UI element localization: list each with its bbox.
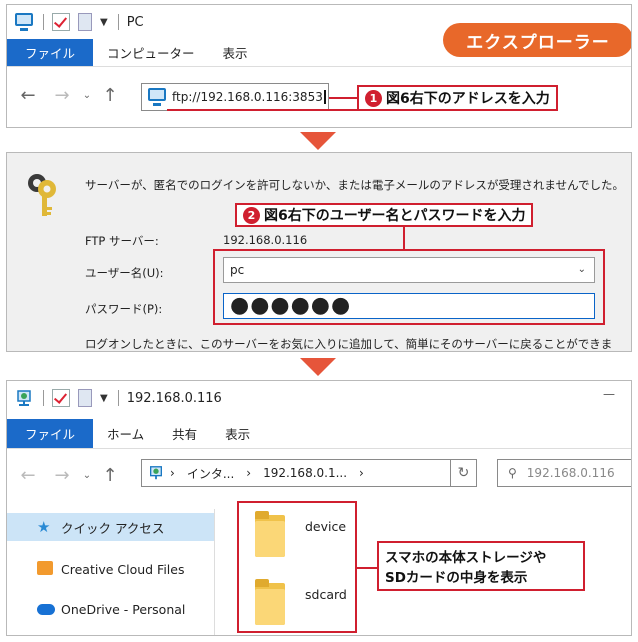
divider xyxy=(117,14,119,30)
search-placeholder: 192.168.0.116 xyxy=(526,466,615,480)
password-value: ●●●●●● xyxy=(230,293,352,318)
address-bar[interactable]: ftp://192.168.0.116:3853 xyxy=(141,83,329,111)
new-folder-icon[interactable] xyxy=(78,13,92,31)
callout-text: 図6右下のユーザー名とパスワードを入力 xyxy=(264,208,526,224)
nav-buttons: ← → ⌄ ↑ xyxy=(17,85,137,106)
divider xyxy=(117,390,119,406)
tab-home[interactable]: ホーム xyxy=(93,419,158,448)
callout-text-line1: スマホの本体ストレージや xyxy=(385,550,547,566)
onedrive-cloud-icon xyxy=(37,601,55,617)
callout-connector xyxy=(329,97,359,99)
tab-computer[interactable]: コンピューター xyxy=(93,39,209,66)
callout-connector xyxy=(357,567,377,569)
recent-dropdown-icon[interactable]: ⌄ xyxy=(79,90,95,101)
down-arrow-2 xyxy=(300,358,336,376)
favorites-note: ログオンしたときに、このサーバーをお気に入りに追加して、簡単にそのサーバーに戻る… xyxy=(85,337,613,351)
explorer-pc-window: ▼ PC ファイル コンピューター 表示 ← → ⌄ ↑ ftp://192.1… xyxy=(6,4,632,128)
step-number: 2 xyxy=(243,206,260,224)
ftp-server-label: FTP サーバー: xyxy=(85,234,159,248)
tab-file[interactable]: ファイル xyxy=(7,39,94,66)
ftp-server-value: 192.168.0.116 xyxy=(223,233,308,247)
password-field[interactable]: ●●●●●● xyxy=(223,293,595,319)
username-combobox[interactable]: pc ⌄ xyxy=(223,257,595,283)
keys-icon xyxy=(28,174,56,216)
breadcrumb-separator-icon: › xyxy=(359,466,364,480)
back-arrow-icon[interactable]: ← xyxy=(17,465,39,486)
new-folder-icon[interactable] xyxy=(78,389,92,407)
tab-share[interactable]: 共有 xyxy=(158,419,211,448)
explorer-ftp-window: ▼ 192.168.0.116 — ファイル ホーム 共有 表示 ← → ⌄ ↑… xyxy=(6,380,632,636)
tab-view[interactable]: 表示 xyxy=(211,419,264,448)
ftp-login-dialog: サーバーが、匿名でのログインを許可しないか、または電子メールのアドレスが受理され… xyxy=(6,152,632,352)
explorer-badge: エクスプローラー xyxy=(443,23,631,57)
tab-file[interactable]: ファイル xyxy=(7,419,94,448)
address-input[interactable]: ftp://192.168.0.116:3853 xyxy=(172,90,323,104)
title-bar: ▼ 192.168.0.116 xyxy=(7,381,631,415)
network-location-icon xyxy=(17,390,31,406)
folder-name-sdcard[interactable]: sdcard xyxy=(305,587,347,602)
back-arrow-icon[interactable]: ← xyxy=(17,85,39,106)
navigation-pane: ★ クイック アクセス Creative Cloud Files OneDriv… xyxy=(7,509,215,635)
star-icon: ★ xyxy=(37,518,51,536)
sidebar-item-label: クイック アクセス xyxy=(61,520,165,536)
sidebar-item-label: OneDrive - Personal xyxy=(61,601,186,617)
folder-name-device[interactable]: device xyxy=(305,519,346,534)
callout-2: 2 図6右下のユーザー名とパスワードを入力 xyxy=(235,203,534,227)
window-title: 192.168.0.116 xyxy=(126,390,222,406)
up-arrow-icon[interactable]: ↑ xyxy=(99,465,121,486)
address-bar[interactable]: › インタ... › 192.168.0.1... › xyxy=(141,459,451,487)
breadcrumb-separator-icon: › xyxy=(246,466,252,480)
step-number: 1 xyxy=(365,89,382,107)
search-box[interactable]: ⚲ 192.168.0.116 xyxy=(497,459,631,487)
tab-view[interactable]: 表示 xyxy=(209,39,262,66)
text-cursor xyxy=(323,90,326,104)
nav-buttons: ← → ⌄ ↑ xyxy=(17,465,137,486)
sidebar-item-label: Creative Cloud Files xyxy=(61,561,185,577)
computer-icon xyxy=(148,88,166,106)
ribbon-tabs: ファイル ホーム 共有 表示 xyxy=(7,419,631,449)
forward-arrow-icon[interactable]: → xyxy=(51,85,73,106)
search-icon: ⚲ xyxy=(508,466,517,480)
computer-icon xyxy=(15,13,33,31)
properties-check-icon[interactable] xyxy=(52,389,70,407)
callout-text: 図6右下のアドレスを入力 xyxy=(386,91,550,107)
breadcrumb-internet[interactable]: インタ... xyxy=(187,465,234,482)
window-title: PC xyxy=(126,14,144,30)
quick-access-dropdown-icon[interactable]: ▼ xyxy=(100,393,108,404)
divider xyxy=(43,14,44,30)
underline-marker xyxy=(167,109,357,111)
callout-connector xyxy=(403,227,405,251)
sidebar-item-creative-cloud[interactable]: Creative Cloud Files xyxy=(7,555,214,583)
network-location-icon xyxy=(150,466,162,480)
callout-text-line2: SDカードの中身を表示 xyxy=(385,570,528,586)
callout-3: スマホの本体ストレージや SDカードの中身を表示 xyxy=(377,541,585,591)
refresh-button[interactable]: ↻ xyxy=(451,459,477,487)
creative-cloud-icon xyxy=(37,561,55,577)
sidebar-item-onedrive[interactable]: OneDrive - Personal xyxy=(7,595,214,623)
folder-icon[interactable] xyxy=(255,511,285,557)
divider xyxy=(43,390,44,406)
minimize-icon[interactable]: — xyxy=(603,387,615,401)
quick-access-dropdown-icon[interactable]: ▼ xyxy=(100,17,108,28)
callout-1: 1 図6右下のアドレスを入力 xyxy=(357,85,558,111)
password-label: パスワード(P): xyxy=(85,302,163,316)
properties-check-icon[interactable] xyxy=(52,13,70,31)
breadcrumb-host[interactable]: 192.168.0.1... xyxy=(263,466,347,480)
chevron-down-icon[interactable]: ⌄ xyxy=(578,264,586,275)
breadcrumb-separator-icon: › xyxy=(170,466,175,480)
username-label: ユーザー名(U): xyxy=(85,266,164,280)
sidebar-item-quick-access[interactable]: ★ クイック アクセス xyxy=(7,513,214,541)
down-arrow-1 xyxy=(300,132,336,150)
up-arrow-icon[interactable]: ↑ xyxy=(99,85,121,106)
folder-icon[interactable] xyxy=(255,579,285,625)
forward-arrow-icon[interactable]: → xyxy=(51,465,73,486)
login-message: サーバーが、匿名でのログインを許可しないか、または電子メールのアドレスが受理され… xyxy=(85,178,624,192)
recent-dropdown-icon[interactable]: ⌄ xyxy=(79,470,95,481)
username-value: pc xyxy=(230,263,245,277)
